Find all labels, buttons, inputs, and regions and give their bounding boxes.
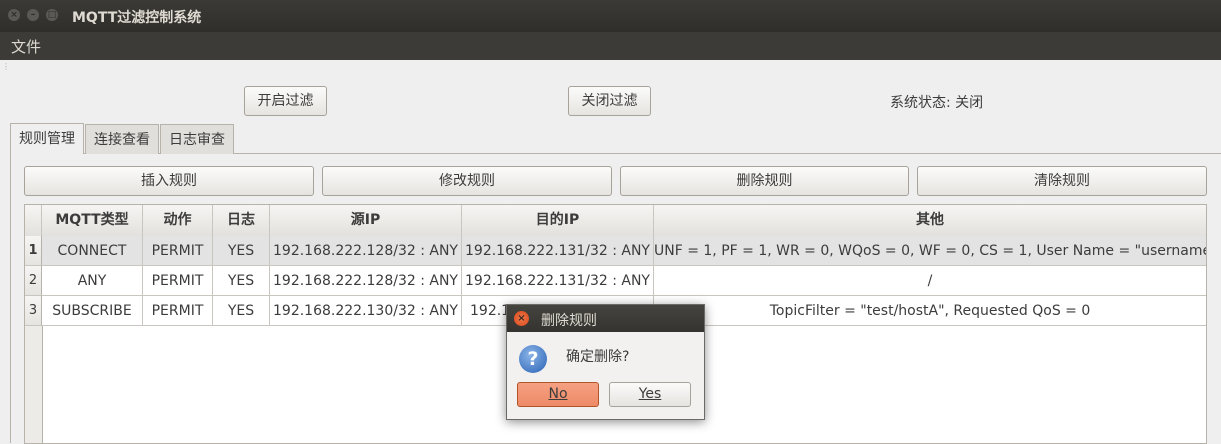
header-action[interactable]: 动作	[143, 205, 213, 236]
cell-action: PERMIT	[143, 266, 213, 296]
row-number[interactable]: 3	[25, 296, 42, 326]
cell-mqtt-type: CONNECT	[42, 236, 143, 266]
row-number[interactable]: 2	[25, 266, 42, 296]
cell-other: /	[654, 266, 1206, 296]
delete-rule-dialog: × 删除规则 ? 确定删除? No Yes	[506, 304, 705, 420]
window-title: MQTT过滤控制系统	[72, 10, 202, 26]
dialog-close-icon[interactable]: ×	[514, 311, 529, 326]
cell-source-ip: 192.168.222.128/32 : ANY	[270, 236, 462, 266]
tab-logs[interactable]: 日志审查	[160, 124, 234, 154]
corner-cell[interactable]	[25, 205, 42, 236]
no-button-label: No	[548, 386, 568, 402]
header-log[interactable]: 日志	[213, 205, 270, 236]
tab-rule-management[interactable]: 规则管理	[10, 123, 84, 154]
toolbar-grip-icon: ⋮	[2, 62, 10, 71]
cell-action: PERMIT	[143, 296, 213, 326]
table-header: MQTT类型 动作 日志 源IP 目的IP 其他	[25, 205, 1206, 237]
start-filter-button[interactable]: 开启过滤	[244, 86, 327, 116]
close-window-icon[interactable]: ×	[8, 9, 20, 21]
cell-other: UNF = 1, PF = 1, WR = 0, WQoS = 0, WF = …	[654, 236, 1206, 266]
system-status: 系统状态: 关闭	[890, 95, 984, 111]
cell-source-ip: 192.168.222.130/32 : ANY	[270, 296, 462, 326]
tab-connections[interactable]: 连接查看	[85, 124, 159, 154]
menu-bar: 文件	[0, 32, 1221, 60]
table-row[interactable]: ANY PERMIT YES 192.168.222.128/32 : ANY …	[42, 266, 1206, 296]
cell-other: TopicFilter = "test/hostA", Requested Qo…	[654, 296, 1206, 326]
no-button[interactable]: No	[517, 382, 599, 407]
cell-source-ip: 192.168.222.128/32 : ANY	[270, 266, 462, 296]
insert-rule-button[interactable]: 插入规则	[24, 166, 314, 196]
maximize-window-icon[interactable]: □	[46, 9, 58, 21]
dialog-message: 确定删除?	[566, 349, 630, 365]
modify-rule-button[interactable]: 修改规则	[322, 166, 612, 196]
title-bar: × – □ MQTT过滤控制系统	[0, 0, 1221, 32]
row-number[interactable]: 1	[25, 236, 42, 266]
row-header-empty-area	[25, 326, 43, 443]
cell-mqtt-type: SUBSCRIBE	[42, 296, 143, 326]
clear-rules-button[interactable]: 清除规则	[917, 166, 1207, 196]
cell-dest-ip: 192.168.222.131/32 : ANY	[462, 266, 654, 296]
header-mqtt-type[interactable]: MQTT类型	[42, 205, 143, 236]
cell-mqtt-type: ANY	[42, 266, 143, 296]
dialog-title-bar: × 删除规则	[507, 305, 704, 332]
yes-button[interactable]: Yes	[609, 382, 691, 407]
question-icon: ?	[519, 345, 547, 373]
yes-button-label: Yes	[638, 386, 662, 402]
cell-log: YES	[213, 266, 270, 296]
menu-file[interactable]: 文件	[11, 36, 41, 57]
dialog-title: 删除规则	[541, 313, 597, 329]
stop-filter-button[interactable]: 关闭过滤	[568, 86, 651, 116]
cell-log: YES	[213, 236, 270, 266]
cell-action: PERMIT	[143, 236, 213, 266]
table-row[interactable]: CONNECT PERMIT YES 192.168.222.128/32 : …	[42, 236, 1206, 266]
cell-log: YES	[213, 296, 270, 326]
header-dest-ip[interactable]: 目的IP	[462, 205, 654, 236]
delete-rule-button[interactable]: 删除规则	[620, 166, 909, 196]
cell-dest-ip: 192.168.222.131/32 : ANY	[462, 236, 654, 266]
minimize-window-icon[interactable]: –	[27, 9, 39, 21]
header-other[interactable]: 其他	[654, 205, 1206, 236]
header-source-ip[interactable]: 源IP	[270, 205, 462, 236]
